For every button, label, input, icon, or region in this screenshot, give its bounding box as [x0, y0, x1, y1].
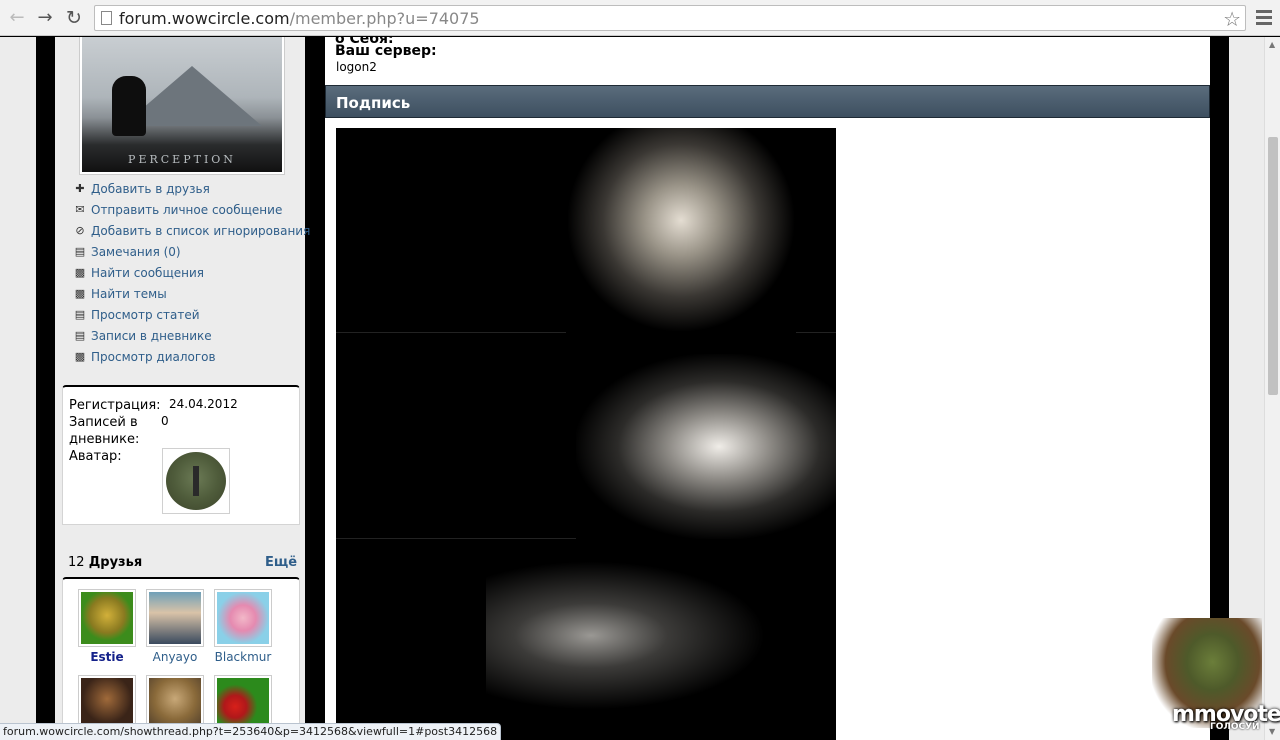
action-view-dialogs[interactable]: ▩ Просмотр диалогов	[73, 346, 310, 367]
server-label: Ваш сервер:	[335, 43, 437, 59]
article-icon: ▤	[74, 307, 86, 321]
posts-icon: ▩	[74, 265, 86, 279]
friend-avatar[interactable]	[146, 589, 204, 647]
profile-actions: ✚ Добавить в друзья ✉ Отправить личное с…	[73, 178, 311, 367]
friend-avatar[interactable]	[78, 589, 136, 647]
page-background-left	[0, 37, 36, 740]
action-infractions[interactable]: ▤ Замечания (0)	[73, 241, 310, 262]
page-scrollbar[interactable]: ▲ ▼	[1264, 37, 1280, 740]
registration-date: 24.04.2012	[169, 397, 238, 411]
url-text[interactable]: forum.wowcircle.com/member.php?u=74075	[119, 9, 480, 28]
dialog-icon: ▩	[74, 349, 86, 363]
diary-label-line1: Записей в	[69, 415, 138, 430]
menu-icon[interactable]	[1256, 10, 1272, 28]
profile-picture-caption: PERCEPTION	[128, 153, 236, 166]
signature-panel	[336, 128, 836, 333]
avatar	[162, 448, 230, 514]
friend-name[interactable]: Anyayo	[145, 650, 205, 664]
page-icon	[101, 11, 112, 25]
signature-image	[336, 128, 836, 740]
plus-icon: ✚	[75, 181, 85, 195]
scroll-thumb[interactable]	[1268, 137, 1278, 395]
mmovote-banner[interactable]: mmovote ГОЛОСУЙ	[1132, 618, 1280, 740]
address-bar[interactable]: forum.wowcircle.com/member.php?u=74075 ☆	[94, 5, 1246, 31]
back-icon[interactable]: ←	[7, 8, 27, 28]
promo-subtitle: ГОЛОСУЙ	[1210, 722, 1260, 732]
friends-list: Estie Anyayo Blackmur	[62, 577, 300, 740]
friend-avatar-image	[217, 592, 269, 644]
diary-label-line2: дневнике:	[69, 432, 140, 447]
reload-icon[interactable]: ↻	[64, 8, 84, 28]
profile-main: о Себя: Ваш сервер: logon2 Подпись	[325, 37, 1210, 740]
friends-header: 12 Друзья	[68, 555, 143, 570]
action-find-threads[interactable]: ▩ Найти темы	[73, 283, 310, 304]
friend-avatar[interactable]	[214, 589, 272, 647]
signature-panel	[336, 334, 836, 539]
friend-avatar-image	[149, 592, 201, 644]
diary-icon: ▤	[74, 328, 86, 342]
action-ignore[interactable]: ⊘ Добавить в список игнорирования	[73, 220, 310, 241]
note-icon: ▤	[74, 244, 86, 258]
forward-icon[interactable]: →	[35, 8, 55, 28]
profile-sidebar: PERCEPTION ✚ Добавить в друзья ✉ Отправи…	[55, 37, 310, 740]
friend-item[interactable]: Blackmur	[213, 589, 273, 664]
browser-toolbar: ← → ↻ forum.wowcircle.com/member.php?u=7…	[0, 0, 1280, 36]
registration-label: Регистрация:	[69, 398, 161, 413]
bookmark-star-icon[interactable]: ☆	[1223, 7, 1241, 31]
action-send-message[interactable]: ✉ Отправить личное сообщение	[73, 199, 310, 220]
friend-item[interactable]: Estie	[77, 589, 137, 664]
threads-icon: ▩	[74, 286, 86, 300]
scroll-up-icon[interactable]: ▲	[1269, 40, 1275, 49]
friend-item[interactable]: Anyayo	[145, 589, 205, 664]
action-find-posts[interactable]: ▩ Найти сообщения	[73, 262, 310, 283]
status-bar-url: forum.wowcircle.com/showthread.php?t=253…	[0, 723, 502, 740]
friend-name[interactable]: Estie	[77, 650, 137, 664]
block-icon: ⊘	[75, 223, 85, 237]
profile-info-box: Регистрация: 24.04.2012 Записей в дневни…	[62, 385, 300, 525]
envelope-icon: ✉	[75, 202, 85, 216]
page-viewport: PERCEPTION ✚ Добавить в друзья ✉ Отправи…	[0, 37, 1280, 740]
signature-header: Подпись	[325, 85, 1210, 118]
profile-picture: PERCEPTION	[79, 37, 285, 175]
action-add-friend[interactable]: ✚ Добавить в друзья	[73, 178, 310, 199]
signature-title: Подпись	[336, 94, 411, 112]
server-value: logon2	[336, 60, 377, 74]
signature-panel	[336, 540, 836, 740]
avatar-label: Аватар:	[69, 449, 122, 464]
friend-avatar-image	[81, 592, 133, 644]
diary-count: 0	[161, 414, 169, 428]
friends-more-link[interactable]: Ещё	[265, 555, 297, 570]
action-view-articles[interactable]: ▤ Просмотр статей	[73, 304, 310, 325]
friend-name[interactable]: Blackmur	[213, 650, 273, 664]
scroll-down-icon[interactable]: ▼	[1269, 727, 1275, 736]
action-diary-entries[interactable]: ▤ Записи в дневнике	[73, 325, 310, 346]
